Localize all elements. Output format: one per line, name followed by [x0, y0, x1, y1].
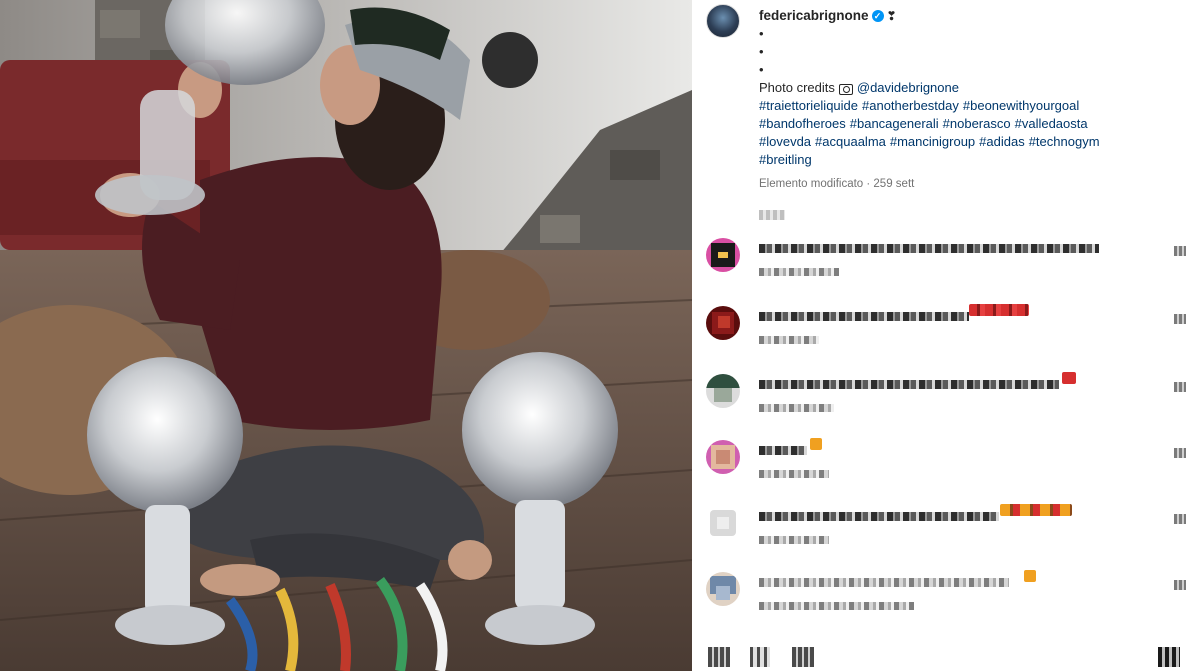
- comment-avatar[interactable]: [706, 238, 740, 272]
- credits-mention-link[interactable]: @davidebrignone: [857, 79, 959, 97]
- hashtag-link[interactable]: #mancinigroup: [890, 134, 975, 149]
- comment-avatar[interactable]: [706, 506, 740, 540]
- heart-icon[interactable]: [1174, 314, 1186, 324]
- save-icon[interactable]: [1158, 647, 1180, 667]
- comment-text-pixelated: [759, 512, 999, 521]
- camera-emoji-icon: [838, 83, 853, 95]
- caption-dot: •: [759, 44, 764, 59]
- hashtag-link[interactable]: #bandofheroes: [759, 116, 846, 131]
- pixelated-avatar-icon: [706, 306, 740, 340]
- post-action-bar: [706, 643, 1186, 671]
- hashtag-link[interactable]: #anotherbestday: [862, 98, 959, 113]
- post-photo: [0, 0, 692, 671]
- comment-text-pixelated: [759, 578, 1009, 587]
- author-avatar[interactable]: [706, 4, 740, 38]
- comment-avatar[interactable]: [706, 306, 740, 340]
- author-username[interactable]: federicabrignone: [759, 7, 869, 25]
- comment-item: [706, 504, 1186, 558]
- hashtag-link[interactable]: #bancagenerali: [850, 116, 939, 131]
- heart-icon[interactable]: [1174, 514, 1186, 524]
- pixelated-label: [759, 210, 785, 220]
- comment-item: [706, 238, 1186, 290]
- comment-text-pixelated: [759, 380, 1059, 389]
- comment-item: [706, 570, 1186, 624]
- comment-meta-pixelated: [759, 268, 839, 276]
- comment-item: [706, 372, 1186, 426]
- pixelated-avatar-icon: [706, 238, 740, 272]
- photo-credits: Photo credits @davidebrignone: [759, 79, 1179, 97]
- heart-icon[interactable]: [1174, 448, 1186, 458]
- pixelated-avatar-icon: [706, 506, 740, 540]
- heart-icon[interactable]: [1174, 246, 1186, 256]
- comment-meta-pixelated: [759, 404, 834, 412]
- pixelated-emojis: [810, 438, 822, 450]
- hashtag-link[interactable]: #acquaalma: [815, 134, 886, 149]
- comment-meta-pixelated: [759, 602, 914, 610]
- comment-text-pixelated: [759, 446, 807, 455]
- pixelated-avatar-icon: [706, 374, 740, 408]
- comment-avatar[interactable]: [706, 572, 740, 606]
- username-row: federicabrignone ✓ ❣: [759, 7, 1179, 25]
- hashtag-link[interactable]: #beonewithyourgoal: [963, 98, 1079, 113]
- pixelated-emojis: [1000, 504, 1072, 516]
- like-icon[interactable]: [708, 647, 730, 667]
- comment-item: [706, 304, 1186, 358]
- pixelated-emojis: [1062, 372, 1076, 384]
- hashtag-link[interactable]: #adidas: [979, 134, 1025, 149]
- hashtag-link[interactable]: #breitling: [759, 152, 812, 167]
- comment-icon[interactable]: [750, 647, 770, 667]
- share-icon[interactable]: [792, 647, 814, 667]
- caption-dot: •: [759, 26, 764, 41]
- hashtag-link[interactable]: #traiettorieliquide: [759, 98, 858, 113]
- pixelated-emojis: [1024, 570, 1036, 582]
- heart-icon[interactable]: [1174, 580, 1186, 590]
- hashtag-link[interactable]: #noberasco: [943, 116, 1011, 131]
- comment-text-pixelated: [759, 244, 1099, 253]
- pixelated-emojis: [969, 304, 1029, 316]
- verified-badge-icon: ✓: [871, 10, 884, 22]
- hashtag-link[interactable]: #lovevda: [759, 134, 811, 149]
- comment-avatar[interactable]: [706, 374, 740, 408]
- heart-icon[interactable]: [1174, 382, 1186, 392]
- comment-item: [706, 438, 1186, 492]
- comment-meta-pixelated: [759, 336, 819, 344]
- comment-meta-pixelated: [759, 536, 829, 544]
- caption-text: federicabrignone ✓ ❣ • • • Photo credits…: [759, 7, 1179, 193]
- hashtag-link[interactable]: #technogym: [1029, 134, 1100, 149]
- post-meta: Elemento modificato · 259 sett: [759, 178, 915, 190]
- pixelated-avatar-icon: [706, 440, 740, 474]
- heart-exclamation-emoji: ❣: [886, 9, 897, 23]
- comment-avatar[interactable]: [706, 440, 740, 474]
- comment-meta-pixelated: [759, 470, 829, 478]
- credits-label: Photo credits: [759, 80, 835, 95]
- pixelated-avatar-icon: [706, 572, 740, 606]
- hashtag-list: #traiettorieliquide #anotherbestday #beone…: [759, 97, 1179, 169]
- post-side-panel: federicabrignone ✓ ❣ • • • Photo credits…: [692, 0, 1193, 671]
- post-photo-illustration: [0, 0, 692, 671]
- hashtag-link[interactable]: #valledaosta: [1015, 116, 1088, 131]
- caption-dot: •: [759, 62, 764, 77]
- comment-text-pixelated: [759, 312, 969, 321]
